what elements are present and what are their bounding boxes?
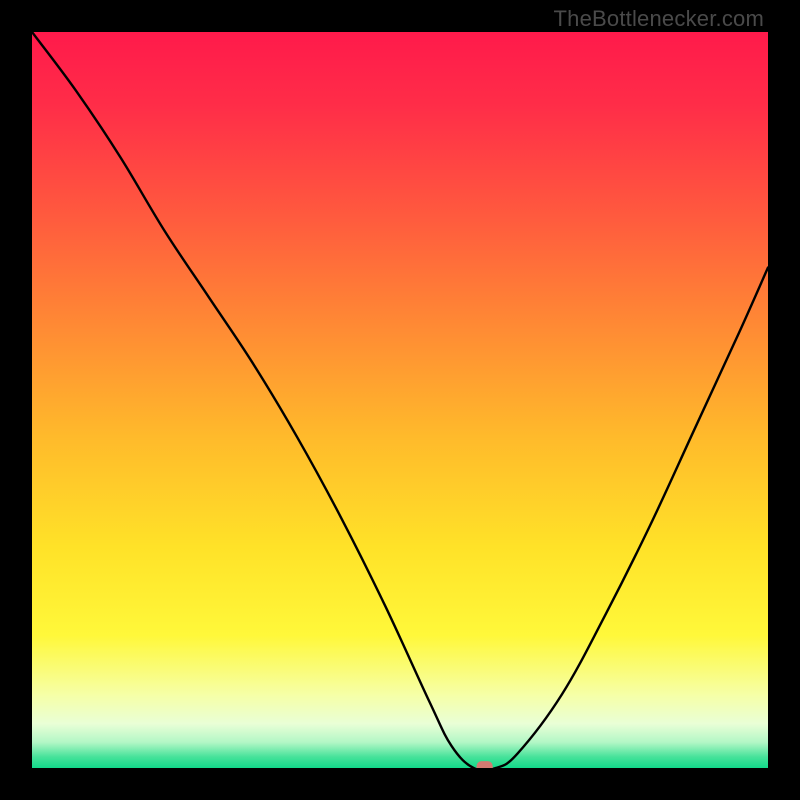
gradient-background xyxy=(32,32,768,768)
chart-stage: TheBottlenecker.com xyxy=(0,0,800,800)
plot-area xyxy=(32,32,768,768)
chart-svg xyxy=(32,32,768,768)
watermark-text: TheBottlenecker.com xyxy=(554,6,764,32)
optimal-marker xyxy=(477,761,493,768)
